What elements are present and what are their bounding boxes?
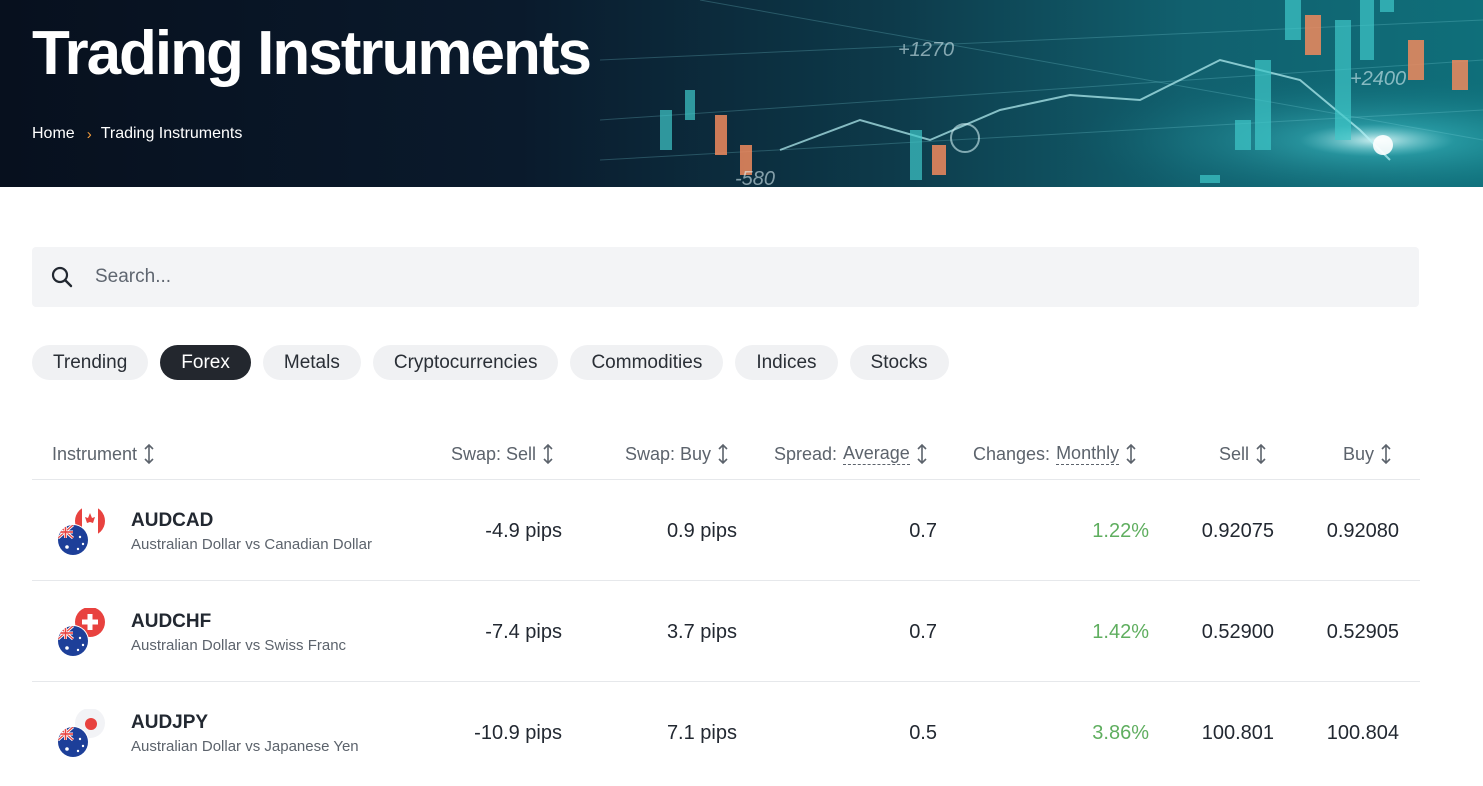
page-title: Trading Instruments (32, 19, 592, 88)
breadcrumb-current: Trading Instruments (100, 125, 243, 142)
header-changes[interactable]: Changes: Monthly (973, 443, 1137, 465)
table-header: Instrument Swap: Sell Swap: Buy Spread: … (32, 430, 1420, 480)
instrument-description: Australian Dollar vs Canadian Dollar (131, 536, 372, 553)
svg-text:+1270: +1270 (898, 39, 954, 61)
spread-value: 0.5 (909, 722, 937, 744)
header-buy[interactable]: Buy (1343, 443, 1392, 465)
tab-commodities[interactable]: Commodities (570, 345, 724, 380)
table-row[interactable]: AUDCAD Australian Dollar vs Canadian Dol… (32, 480, 1420, 581)
swap-sell-value: -10.9 pips (474, 722, 562, 744)
spread-mode-toggle[interactable]: Average (843, 443, 910, 465)
instrument-description: Australian Dollar vs Swiss Franc (131, 637, 347, 654)
header-instrument[interactable]: Instrument (52, 443, 155, 465)
header-swap-buy[interactable]: Swap: Buy (625, 443, 729, 465)
breadcrumb-home-link[interactable]: Home (32, 125, 75, 143)
tab-stocks[interactable]: Stocks (849, 345, 949, 380)
sort-icon (1126, 443, 1136, 465)
sort-icon (917, 443, 927, 465)
buy-price[interactable]: 0.52905 (1327, 621, 1399, 644)
tab-metals[interactable]: Metals (262, 345, 361, 380)
candlestick-chart-background: +1270 +2400 -580 (600, 0, 1483, 187)
currency-pair-flags (57, 709, 105, 758)
tab-trending[interactable]: Trending (32, 345, 149, 380)
change-value: 3.86% (1092, 722, 1149, 744)
spread-value: 0.7 (909, 621, 937, 643)
header-sell[interactable]: Sell (1219, 443, 1267, 465)
svg-text:+2400: +2400 (1350, 68, 1406, 90)
table-row[interactable]: AUDJPY Australian Dollar vs Japanese Yen… (32, 682, 1420, 783)
search-bar (32, 247, 1419, 307)
hero-banner: +1270 +2400 -580 Trading Instruments Hom… (0, 0, 1483, 187)
category-tabs: Trending Forex Metals Cryptocurrencies C… (32, 345, 949, 380)
sort-icon (1381, 443, 1391, 465)
table-row[interactable]: AUDCHF Australian Dollar vs Swiss Franc … (32, 581, 1420, 682)
sell-price[interactable]: 0.92075 (1202, 520, 1274, 543)
buy-price[interactable]: 0.92080 (1327, 520, 1399, 543)
sort-icon (144, 443, 154, 465)
currency-pair-flags (57, 507, 105, 556)
tab-cryptocurrencies[interactable]: Cryptocurrencies (372, 345, 559, 380)
instrument-symbol[interactable]: AUDCAD (131, 510, 213, 532)
currency-pair-flags (57, 608, 105, 657)
search-icon (32, 247, 92, 307)
swap-buy-value: 3.7 pips (666, 621, 737, 643)
swap-buy-value: 0.9 pips (666, 520, 737, 542)
header-swap-sell[interactable]: Swap: Sell (451, 443, 554, 465)
search-input[interactable] (95, 266, 1395, 288)
swap-sell-value: -7.4 pips (485, 621, 562, 643)
breadcrumb: Home › Trading Instruments (32, 125, 242, 143)
changes-mode-toggle[interactable]: Monthly (1056, 443, 1120, 465)
spread-value: 0.7 (909, 520, 937, 542)
australia-flag-icon (57, 625, 89, 657)
svg-text:-580: -580 (735, 168, 775, 187)
sort-icon (543, 443, 553, 465)
australia-flag-icon (57, 726, 89, 758)
sell-price[interactable]: 0.52900 (1202, 621, 1274, 644)
swap-buy-value: 7.1 pips (666, 722, 737, 744)
tab-forex[interactable]: Forex (160, 345, 251, 380)
tab-indices[interactable]: Indices (735, 345, 838, 380)
header-spread[interactable]: Spread: Average (774, 443, 928, 465)
change-value: 1.22% (1092, 520, 1149, 542)
instrument-symbol[interactable]: AUDJPY (131, 712, 208, 734)
australia-flag-icon (57, 524, 89, 556)
buy-price[interactable]: 100.804 (1327, 722, 1399, 745)
change-value: 1.42% (1092, 621, 1149, 643)
sort-icon (718, 443, 728, 465)
chevron-right-icon: › (86, 125, 92, 143)
sell-price[interactable]: 100.801 (1202, 722, 1274, 745)
swap-sell-value: -4.9 pips (485, 520, 562, 542)
instrument-description: Australian Dollar vs Japanese Yen (131, 738, 359, 755)
sort-icon (1256, 443, 1266, 465)
instruments-table: Instrument Swap: Sell Swap: Buy Spread: … (32, 430, 1420, 783)
instrument-symbol[interactable]: AUDCHF (131, 611, 211, 633)
